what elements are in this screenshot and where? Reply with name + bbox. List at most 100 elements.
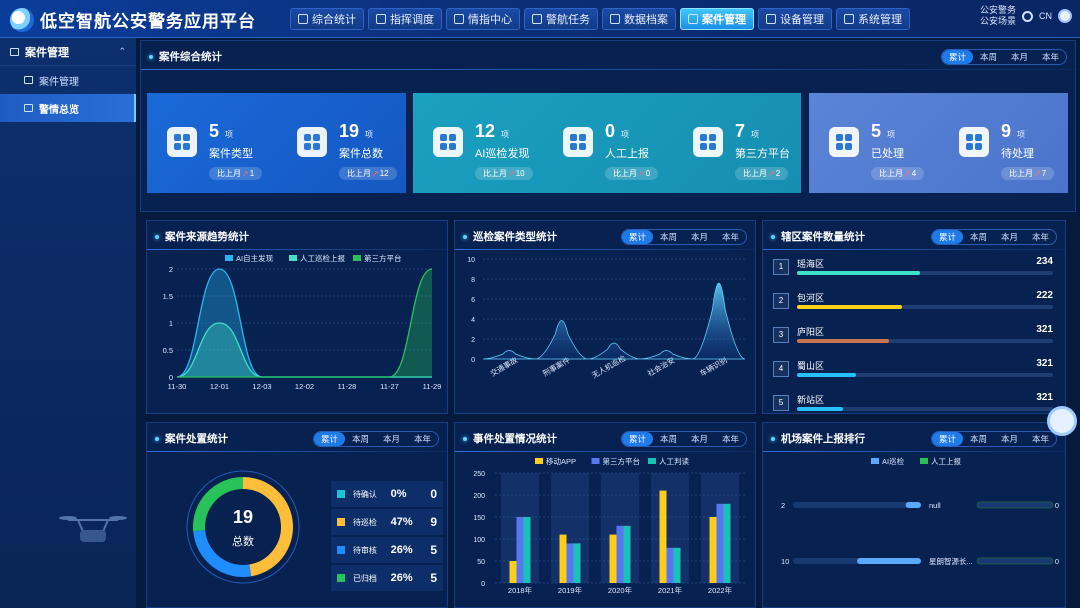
- nav-item[interactable]: 系统管理: [836, 8, 910, 30]
- nav-item[interactable]: 指挥调度: [368, 8, 442, 30]
- tab-0[interactable]: 累计: [931, 432, 963, 446]
- nav-icon: [610, 14, 620, 24]
- tab-1[interactable]: 本周: [963, 432, 994, 446]
- tab-0[interactable]: 累计: [621, 432, 653, 446]
- chevron-up-icon[interactable]: ⌃: [118, 46, 126, 57]
- period-tabs: 累计 本周 本月 本年: [312, 431, 439, 447]
- district-row: 4 蜀山区 321: [773, 357, 1053, 387]
- sidebar-group-case[interactable]: 案件管理 ⌃: [0, 38, 136, 66]
- x-tick-label: 2018年: [508, 585, 533, 595]
- tab-3[interactable]: 本年: [715, 230, 746, 244]
- compare-label: 比上月: [217, 169, 241, 178]
- stat-icon: [167, 127, 197, 157]
- airport-chart: AI巡检 人工上报 2 null 0 10 星朗智源长... 0: [781, 456, 1059, 566]
- manual-value: 0: [1055, 501, 1059, 510]
- assistant-float-icon[interactable]: [1047, 406, 1077, 436]
- nav-label: 情指中心: [468, 14, 512, 26]
- district-name: 新站区: [797, 395, 825, 405]
- nav-item[interactable]: 情指中心: [446, 8, 520, 30]
- compare-label: 比上月: [483, 169, 507, 178]
- legend-label: AI巡检: [882, 456, 905, 466]
- district-row: 5 新站区 321: [773, 391, 1053, 421]
- y-tick-label: 8: [471, 277, 475, 284]
- scene-public[interactable]: 公安场景: [980, 16, 1016, 27]
- stat-compare: 比上月↗12: [339, 167, 397, 180]
- tab-2[interactable]: 本月: [684, 432, 715, 446]
- panel-title: 机场案件上报排行: [771, 431, 865, 446]
- ai-bar: [857, 558, 921, 564]
- tab-0[interactable]: 累计: [931, 230, 963, 244]
- nav-item[interactable]: 数据档案: [602, 8, 676, 30]
- panel-title: 事件处置情况统计: [463, 431, 557, 446]
- tab-3[interactable]: 本年: [1035, 50, 1066, 64]
- airport-panel: 机场案件上报排行 累计 本周 本月 本年 AI巡检 人工上报 2 null 0 10 星朗智源长.…: [762, 422, 1066, 608]
- compare-label: 比上月: [613, 169, 637, 178]
- ai-bar-bg: [793, 502, 921, 508]
- y-tick-label: 0: [481, 581, 485, 588]
- y-tick-label: 250: [473, 471, 485, 478]
- legend-label: 第三方平台: [603, 456, 641, 466]
- compare-delta: 0: [645, 169, 651, 178]
- tab-2[interactable]: 本月: [994, 432, 1025, 446]
- nav-item[interactable]: 警航任务: [524, 8, 598, 30]
- tab-2[interactable]: 本月: [684, 230, 715, 244]
- tab-2[interactable]: 本月: [1004, 50, 1035, 64]
- tab-0[interactable]: 累计: [313, 432, 345, 446]
- disposal-percent: 26%: [390, 572, 413, 584]
- sidebar-item-case-management[interactable]: 案件管理: [0, 66, 136, 94]
- avatar[interactable]: [1058, 9, 1072, 23]
- tab-1[interactable]: 本周: [653, 432, 684, 446]
- globe-icon[interactable]: [1022, 10, 1033, 22]
- tab-0[interactable]: 累计: [621, 230, 653, 244]
- legend-swatch: [353, 255, 361, 261]
- bar: [673, 547, 681, 583]
- disposal-total: 19: [232, 507, 254, 527]
- nav-item[interactable]: 设备管理: [758, 8, 832, 30]
- y-tick-label: 1: [169, 319, 173, 328]
- tab-3[interactable]: 本年: [715, 432, 746, 446]
- bar: [666, 547, 674, 583]
- tab-2[interactable]: 本月: [994, 230, 1025, 244]
- nav-item[interactable]: 案件管理: [680, 8, 754, 30]
- disposal-count: 5: [430, 543, 438, 557]
- stat-icon: [563, 127, 593, 157]
- panel-title: 案件综合统计: [149, 49, 222, 64]
- tab-1[interactable]: 本周: [973, 50, 1004, 64]
- tab-2[interactable]: 本月: [376, 432, 407, 446]
- stat-unit: 项: [365, 130, 374, 139]
- tab-3[interactable]: 本年: [407, 432, 438, 446]
- tab-1[interactable]: 本周: [653, 230, 684, 244]
- disposal-count: 0: [430, 487, 438, 501]
- tab-0[interactable]: 累计: [941, 50, 973, 64]
- compare-delta: 12: [379, 169, 389, 178]
- nav-label: 系统管理: [858, 14, 902, 26]
- logo: 低空智航公安警务应用平台: [10, 7, 256, 32]
- tab-1[interactable]: 本周: [963, 230, 994, 244]
- tab-3[interactable]: 本年: [1025, 432, 1056, 446]
- stat-value: 7项: [735, 121, 759, 142]
- tab-3[interactable]: 本年: [1025, 230, 1056, 244]
- stat-number: 12: [475, 121, 496, 141]
- sidebar-item-alert-overview[interactable]: 警情总览: [0, 94, 136, 122]
- source-trend-panel: 案件来源趋势统计 AI自主发现 人工巡检上报 第三方平台 0 0.5 1 1.5 2 11-30…: [146, 220, 448, 414]
- district-panel: 辖区案件数量统计 累计 本周 本月 本年 1 瑶海区 234 2 包河区 222 3 庐阳区 321 4…: [762, 220, 1066, 414]
- panel-title: 辖区案件数量统计: [771, 229, 865, 244]
- scene-police[interactable]: 公安警务: [980, 5, 1016, 16]
- rank-badge: 4: [773, 361, 789, 377]
- nav-item[interactable]: 综合统计: [290, 8, 364, 30]
- list-icon: [24, 104, 33, 112]
- manual-bar-bg: [976, 557, 1054, 565]
- tab-1[interactable]: 本周: [345, 432, 376, 446]
- nav-label: 综合统计: [312, 14, 356, 26]
- compare-delta: 1: [249, 169, 255, 178]
- main-content: 案件综合统计 累计 本周 本月 本年 5 项案件类型 比上月↗1 19 项案件总数 比上月↗12…: [140, 40, 1076, 608]
- compare-label: 比上月: [347, 169, 371, 178]
- stat-compare: 比上月↗1: [209, 167, 263, 180]
- stat-compare: 比上月↗10: [475, 167, 533, 180]
- stat-number: 0: [605, 121, 616, 141]
- bar: [566, 543, 574, 583]
- stat-label: 待处理: [1001, 148, 1034, 160]
- ai-value: 2: [781, 501, 785, 510]
- language-toggle[interactable]: CN: [1039, 11, 1052, 21]
- y-tick-label: 0.5: [163, 346, 173, 355]
